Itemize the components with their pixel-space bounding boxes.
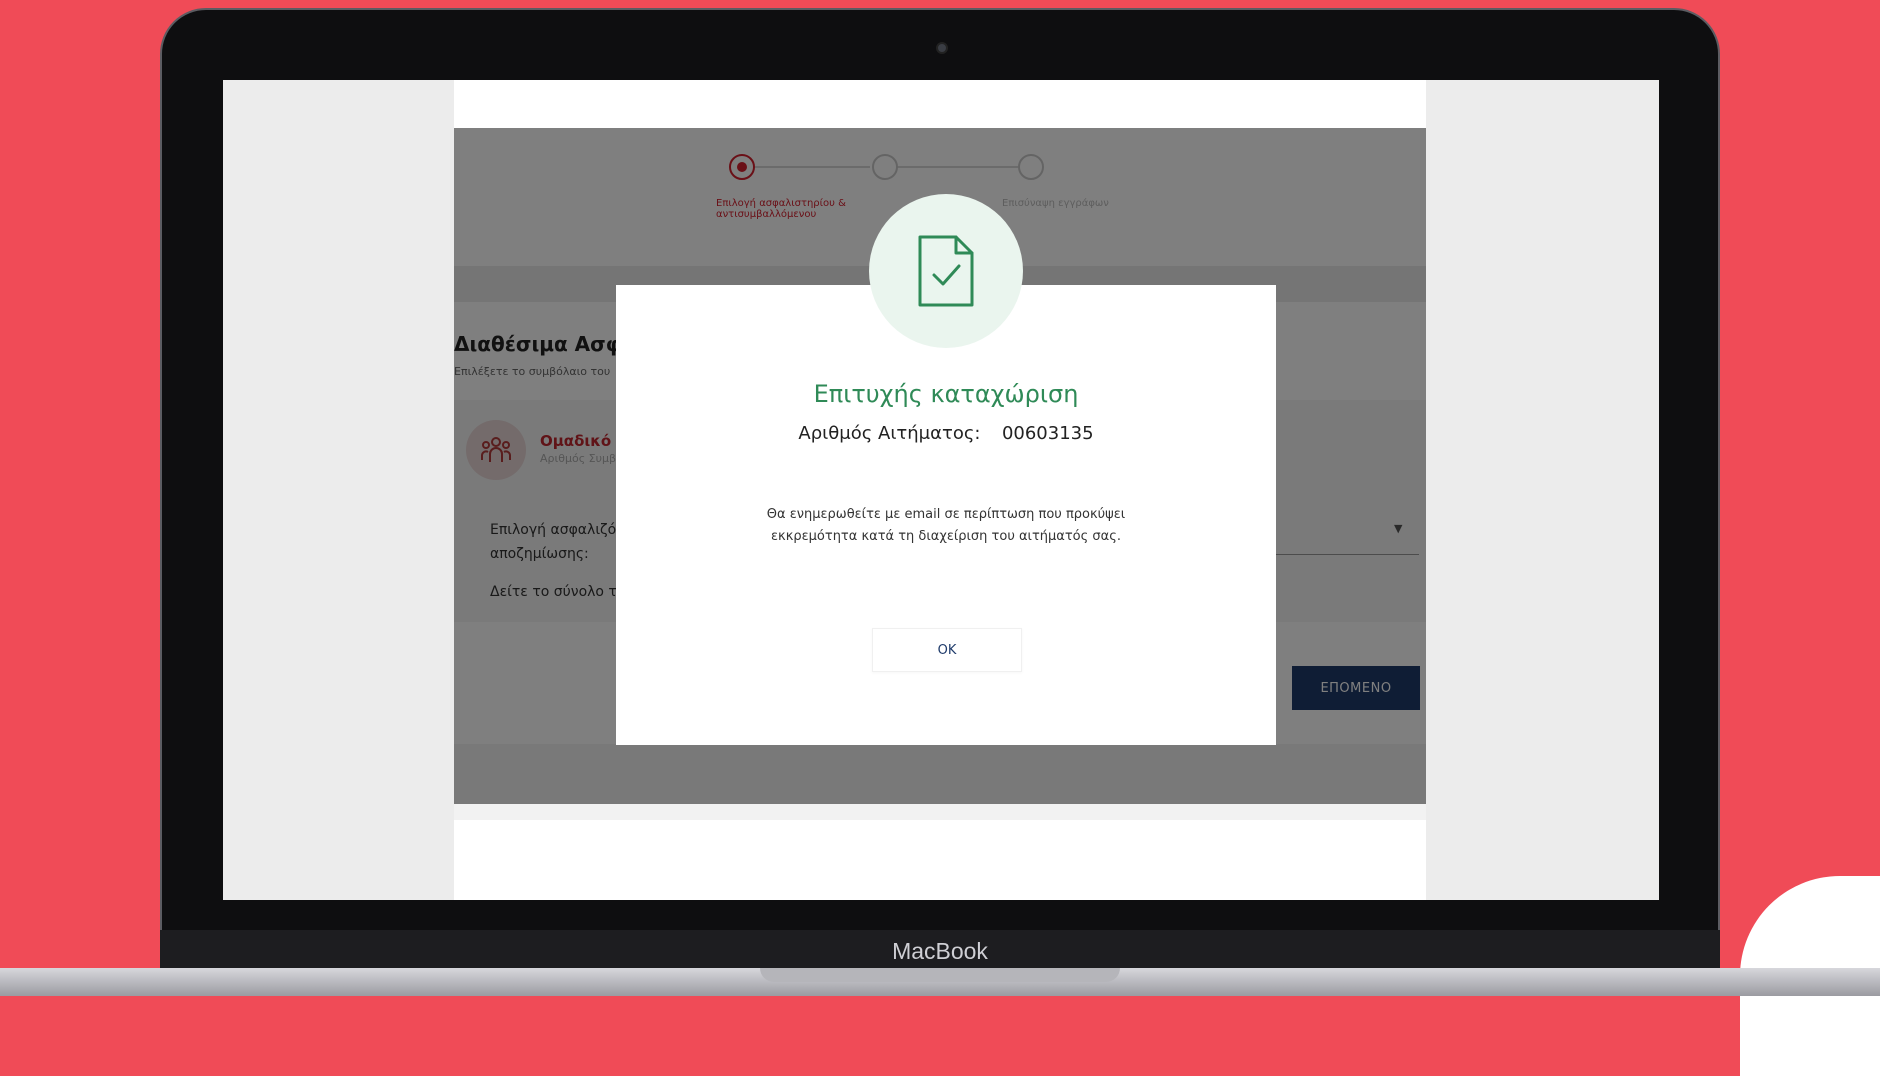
screen: Επιλογή ασφαλιστηρίου & αντισυμβαλλόμενο… [223, 80, 1659, 900]
ok-button[interactable]: OK [872, 628, 1022, 672]
dialog-message: Θα ενημερωθείτε με email σε περίπτωση πο… [616, 504, 1276, 548]
request-number-value: 00603135 [1001, 423, 1094, 444]
dialog-message-line2: εκκρεμότητα κατά τη διαχείριση του αιτήμ… [771, 529, 1121, 544]
laptop-notch [760, 968, 1120, 982]
camera-icon [936, 42, 948, 54]
dialog-message-line1: Θα ενημερωθείτε με email σε περίπτωση πο… [766, 507, 1126, 522]
dialog-title: Επιτυχής καταχώριση [813, 380, 1079, 408]
request-number-label: Αριθμός Αιτήματος: [798, 423, 981, 444]
device-brand: MacBook [892, 938, 988, 964]
document-check-icon [869, 194, 1023, 348]
request-number: Αριθμός Αιτήματος: 00603135 [616, 423, 1276, 444]
